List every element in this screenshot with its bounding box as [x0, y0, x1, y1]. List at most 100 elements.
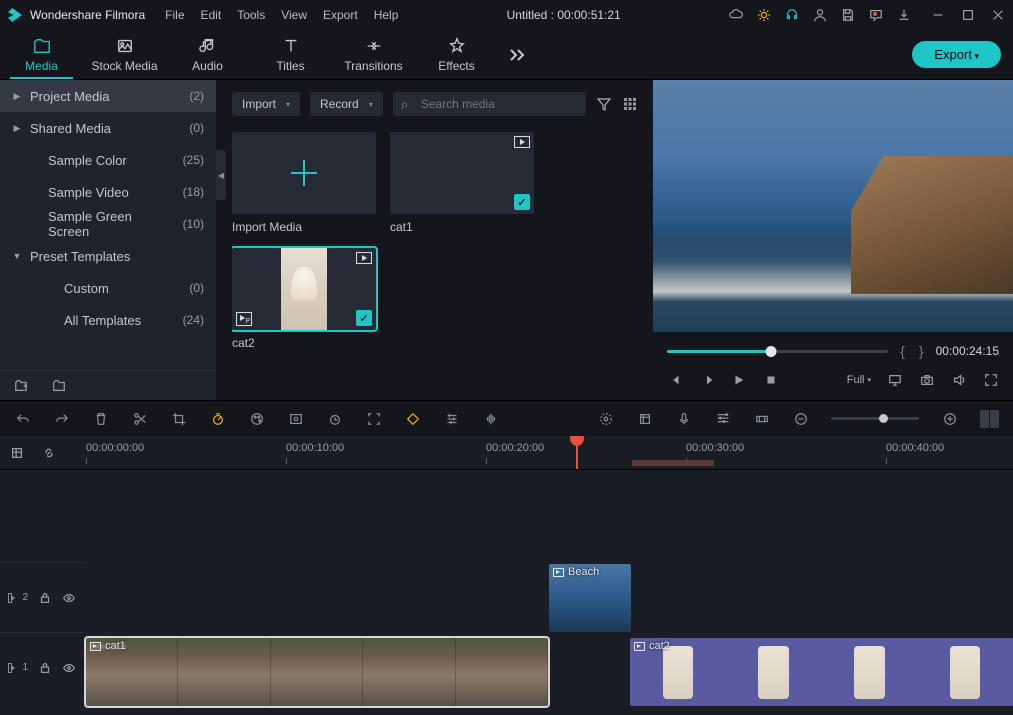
sidebar-item-sample-color[interactable]: Sample Color(25): [0, 144, 216, 176]
clip-beach[interactable]: Beach: [549, 564, 631, 632]
menu-edit[interactable]: Edit: [201, 8, 222, 22]
eye-icon[interactable]: [62, 661, 76, 675]
media-item-cat2[interactable]: P✓ cat2: [232, 248, 376, 350]
tab-media[interactable]: Media: [0, 30, 83, 79]
scrub-bar[interactable]: [667, 350, 888, 353]
message-icon[interactable]: [869, 8, 883, 22]
clip-cat2[interactable]: cat2: [630, 638, 1013, 706]
crop-icon[interactable]: [170, 410, 187, 427]
tab-titles[interactable]: Titles: [249, 30, 332, 79]
tab-effects[interactable]: Effects: [415, 30, 498, 79]
audio-wave-icon[interactable]: [482, 410, 499, 427]
support-icon[interactable]: [785, 8, 799, 22]
ruler-gap: [632, 460, 714, 466]
maximize-icon[interactable]: [961, 8, 975, 22]
playhead[interactable]: [576, 436, 578, 469]
tab-transitions[interactable]: Transitions: [332, 30, 415, 79]
tips-icon[interactable]: [757, 8, 771, 22]
main-menu: File Edit Tools View Export Help: [165, 8, 398, 22]
media-item-import[interactable]: Import Media: [232, 132, 376, 234]
quality-select[interactable]: Full: [847, 374, 871, 386]
delete-icon[interactable]: [92, 410, 109, 427]
import-dropdown[interactable]: Import: [232, 92, 300, 116]
zoom-fit-icon[interactable]: [980, 410, 999, 428]
folder-icon[interactable]: [52, 379, 66, 393]
export-button[interactable]: Export: [912, 41, 1001, 68]
link-icon[interactable]: [42, 446, 56, 460]
tab-stock-media[interactable]: Stock Media: [83, 30, 166, 79]
clip-cat1[interactable]: cat1: [86, 638, 548, 706]
adjust-icon[interactable]: [443, 410, 460, 427]
snapshot-icon[interactable]: [919, 372, 935, 388]
menu-view[interactable]: View: [281, 8, 307, 22]
lock-icon[interactable]: [38, 661, 52, 675]
collapse-sidebar-icon[interactable]: ◀: [216, 150, 226, 200]
preview-viewport[interactable]: [653, 80, 1013, 332]
sidebar-count: (10): [183, 217, 204, 231]
menu-file[interactable]: File: [165, 8, 184, 22]
sidebar-item-shared-media[interactable]: ▶Shared Media(0): [0, 112, 216, 144]
track-header-2[interactable]: 2: [0, 562, 84, 632]
more-tabs-icon[interactable]: [498, 48, 538, 62]
play-icon[interactable]: [731, 372, 747, 388]
speed-icon[interactable]: [209, 410, 226, 427]
record-dropdown[interactable]: Record: [310, 92, 383, 116]
search-input[interactable]: [393, 92, 586, 116]
zoom-out-icon[interactable]: [792, 410, 809, 427]
zoom-slider[interactable]: [831, 417, 919, 420]
detect-icon[interactable]: [365, 410, 382, 427]
sidebar-item-preset-templates[interactable]: ▼Preset Templates: [0, 240, 216, 272]
play-pause-icon[interactable]: [699, 372, 715, 388]
cloud-icon[interactable]: [729, 8, 743, 22]
minimize-icon[interactable]: [931, 8, 945, 22]
undo-icon[interactable]: [14, 410, 31, 427]
sidebar-item-project-media[interactable]: ▶Project Media(2): [0, 80, 216, 112]
prev-frame-icon[interactable]: [667, 372, 683, 388]
close-icon[interactable]: [991, 8, 1005, 22]
track-area[interactable]: Beach cat1 cat2: [84, 470, 1013, 715]
duration-icon[interactable]: [326, 410, 343, 427]
download-icon[interactable]: [897, 8, 911, 22]
menu-help[interactable]: Help: [374, 8, 399, 22]
render-icon[interactable]: [636, 410, 653, 427]
green-screen-icon[interactable]: [287, 410, 304, 427]
sidebar-item-all-templates[interactable]: All Templates(24): [0, 304, 216, 336]
eye-icon[interactable]: [62, 591, 76, 605]
color-icon[interactable]: [248, 410, 265, 427]
volume-icon[interactable]: [951, 372, 967, 388]
voiceover-icon[interactable]: [675, 410, 692, 427]
new-folder-icon[interactable]: [14, 379, 28, 393]
scrub-head-icon[interactable]: [765, 346, 776, 357]
mark-out-icon[interactable]: }: [917, 343, 926, 359]
track-header-1[interactable]: 1: [0, 632, 84, 702]
tab-effects-label: Effects: [438, 59, 474, 73]
menu-tools[interactable]: Tools: [237, 8, 265, 22]
mark-in-icon[interactable]: {: [898, 343, 907, 359]
display-icon[interactable]: [887, 372, 903, 388]
keyframe-icon[interactable]: [404, 410, 421, 427]
sidebar-item-sample-video[interactable]: Sample Video(18): [0, 176, 216, 208]
account-icon[interactable]: [813, 8, 827, 22]
sidebar-item-custom[interactable]: Custom(0): [0, 272, 216, 304]
titlebar: Wondershare Filmora File Edit Tools View…: [0, 0, 1013, 30]
save-icon[interactable]: [841, 8, 855, 22]
stop-icon[interactable]: [763, 372, 779, 388]
filter-icon[interactable]: [596, 94, 612, 114]
media-item-cat1[interactable]: ✓ cat1: [390, 132, 534, 234]
sidebar-item-sample-green[interactable]: Sample Green Screen(10): [0, 208, 216, 240]
track-manager-icon[interactable]: [714, 410, 731, 427]
redo-icon[interactable]: [53, 410, 70, 427]
marker-icon[interactable]: [753, 410, 770, 427]
mixer-icon[interactable]: [597, 410, 614, 427]
fullscreen-icon[interactable]: [983, 372, 999, 388]
lock-icon[interactable]: [38, 591, 52, 605]
ruler-track[interactable]: 00:00:00:00 00:00:10:00 00:00:20:00 00:0…: [84, 436, 1013, 469]
split-icon[interactable]: [131, 410, 148, 427]
upper-pane: ▶Project Media(2) ▶Shared Media(0) Sampl…: [0, 80, 1013, 400]
zoom-head-icon[interactable]: [879, 414, 888, 423]
tab-audio[interactable]: Audio: [166, 30, 249, 79]
zoom-in-icon[interactable]: [941, 410, 958, 427]
snap-icon[interactable]: [10, 446, 24, 460]
grid-view-icon[interactable]: [622, 94, 638, 114]
menu-export[interactable]: Export: [323, 8, 358, 22]
